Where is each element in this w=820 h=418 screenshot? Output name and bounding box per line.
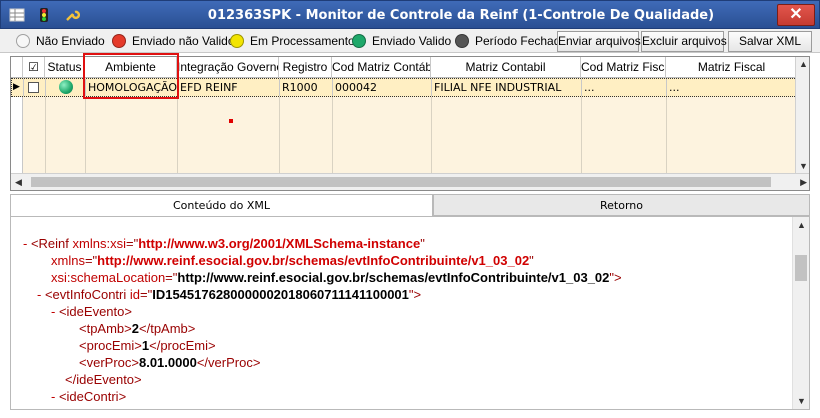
white-status-icon (16, 34, 30, 48)
scroll-thumb[interactable] (795, 255, 807, 281)
row-integracao[interactable]: EFD REINF (178, 79, 280, 96)
row-pointer-icon: ▶ (12, 79, 24, 96)
tab-conteudo-xml[interactable]: Conteúdo do XML (10, 194, 433, 216)
xml-line-verproc: <verProc>8.01.0000</verProc> (79, 355, 261, 370)
col-cod-matriz-fiscal[interactable]: Cod Matriz Fiscal (581, 57, 666, 78)
legend-enviado-valido: Enviado Valido (352, 33, 451, 49)
wrench-icon[interactable] (64, 7, 80, 23)
legend-nao-enviado: Não Enviado (16, 33, 105, 49)
col-matriz-contabil[interactable]: Matriz Contabil (431, 57, 581, 78)
send-files-button[interactable]: Enviar arquivos (557, 31, 641, 52)
collapse-icon[interactable]: - (23, 236, 31, 251)
row-status (46, 79, 86, 96)
save-xml-button[interactable]: Salvar XML (728, 31, 812, 52)
row-cod-matriz-contabil[interactable]: 000042 (333, 79, 432, 96)
green-status-icon (58, 80, 73, 94)
legend-label: Enviado Valido (372, 34, 452, 48)
red-marker (229, 119, 233, 123)
green-status-icon (352, 34, 366, 48)
row-cod-matriz-fiscal[interactable]: ... (582, 79, 667, 96)
title-bar: 012363SPK - Monitor de Controle da Reinf… (0, 0, 820, 29)
col-cod-matriz-contabil[interactable]: Cod Matriz Contábil (332, 57, 431, 78)
gray-status-icon (455, 34, 469, 48)
xml-line-ideevento-close: </ideEvento> (65, 372, 142, 387)
row-matriz-fiscal[interactable]: ... (667, 79, 796, 96)
legend-em-processamento: Em Processamento (230, 33, 355, 49)
scroll-up-icon[interactable]: ▲ (799, 59, 808, 69)
col-matriz-fiscal[interactable]: Matriz Fiscal (666, 57, 797, 78)
xml-viewer: - <Reinf xmlns:xsi="http://www.w3.org/20… (10, 216, 810, 410)
col-registro[interactable]: Registro (279, 57, 332, 78)
select-all-checkbox[interactable]: ☑ (23, 57, 45, 78)
xml-line-idecontri: - <ideContri> (51, 389, 127, 404)
xml-line-xmlns: xmlns="http://www.reinf.esocial.gov.br/s… (51, 253, 534, 268)
tab-retorno[interactable]: Retorno (433, 194, 810, 216)
legend-enviado-nao-valido: Enviado não Valido (112, 33, 235, 49)
collapse-icon[interactable]: - (37, 287, 45, 302)
grid-horizontal-scrollbar[interactable]: ◀ ▶ (11, 173, 809, 190)
tab-bar: Conteúdo do XML Retorno (10, 194, 810, 216)
row-checkbox[interactable] (24, 79, 46, 96)
yellow-status-icon (230, 34, 244, 48)
scroll-thumb[interactable] (31, 177, 771, 187)
red-status-icon (112, 34, 126, 48)
xml-vertical-scrollbar[interactable]: ▲ ▼ (792, 217, 809, 409)
legend-label: Enviado não Valido (132, 34, 235, 48)
row-registro[interactable]: R1000 (280, 79, 333, 96)
col-integracao-governo[interactable]: Integração Governo (177, 57, 279, 78)
xml-line-procemi: <procEmi>1</procEmi> (79, 338, 216, 353)
window-title: 012363SPK - Monitor de Controle da Reinf… (207, 8, 715, 23)
grid-vertical-scrollbar[interactable]: ▲ ▼ (795, 57, 809, 173)
row-matriz-contabil[interactable]: FILIAL NFE INDUSTRIAL (432, 79, 582, 96)
collapse-icon[interactable]: - (51, 389, 59, 404)
xml-line-reinf: - <Reinf xmlns:xsi="http://www.w3.org/20… (23, 236, 425, 251)
highlight-box (83, 53, 179, 99)
xml-line-schemalocation: xsi:schemaLocation="http://www.reinf.eso… (51, 270, 622, 285)
scroll-down-icon[interactable]: ▼ (799, 161, 808, 171)
scroll-up-icon[interactable]: ▲ (797, 220, 806, 230)
xml-line-ideevento: - <ideEvento> (51, 304, 132, 319)
collapse-icon[interactable]: - (51, 304, 59, 319)
status-legend-bar: Não Enviado Enviado não Valido Em Proces… (0, 29, 820, 53)
legend-label: Não Enviado (36, 34, 105, 48)
scroll-right-icon[interactable]: ▶ (800, 177, 807, 188)
scroll-left-icon[interactable]: ◀ (15, 177, 22, 188)
grid-icon[interactable] (9, 7, 25, 23)
xml-line-evtinfocontri: - <evtInfoContri id="ID15451762800000020… (37, 287, 422, 302)
xml-line-tpamb: <tpAmb>2</tpAmb> (79, 321, 196, 336)
traffic-light-icon[interactable] (36, 7, 52, 23)
scroll-down-icon[interactable]: ▼ (797, 396, 806, 406)
close-button[interactable]: ✕ (777, 4, 815, 26)
legend-label: Período Fechado (475, 34, 568, 48)
legend-label: Em Processamento (250, 34, 355, 48)
legend-periodo-fechado: Período Fechado (455, 33, 567, 49)
col-status[interactable]: Status (45, 57, 85, 78)
delete-files-button[interactable]: Excluir arquivos (641, 31, 727, 52)
